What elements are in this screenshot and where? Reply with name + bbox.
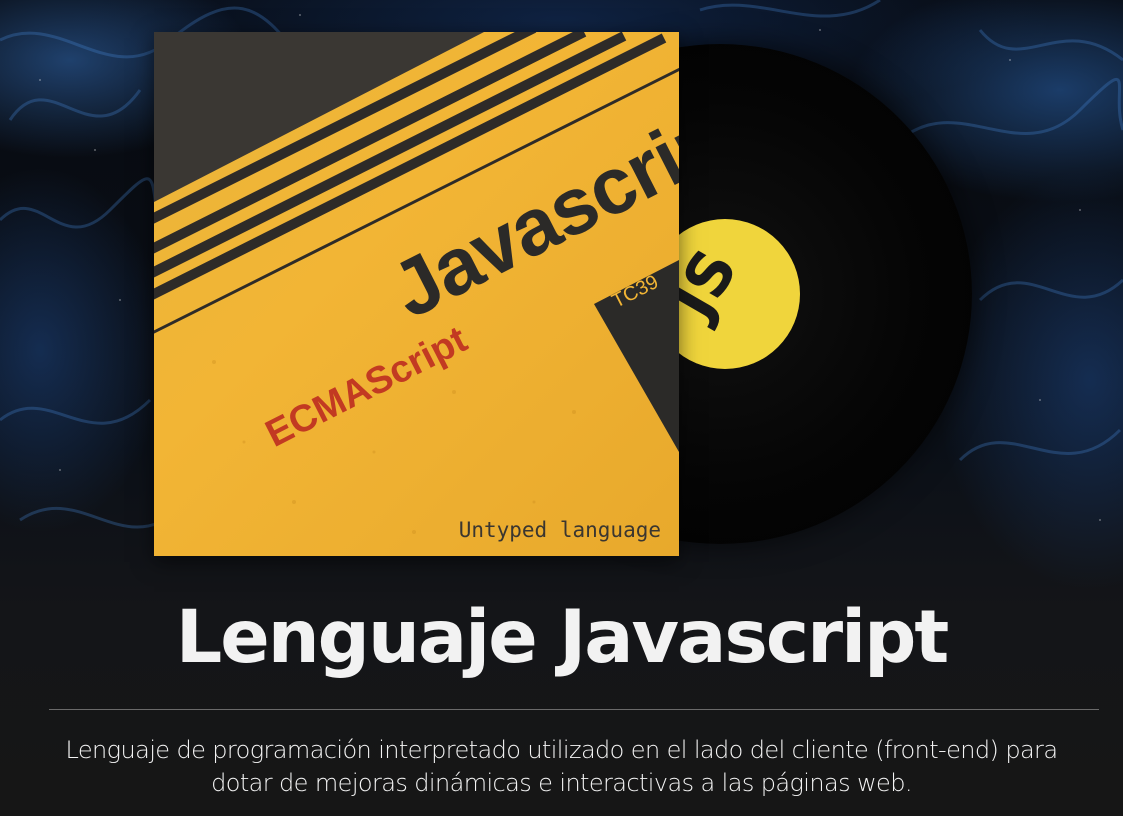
divider [49, 709, 1099, 710]
cover-footer-text: Untyped language [458, 518, 661, 542]
description-text: Lenguaje de programación interpretado ut… [65, 736, 1058, 798]
page: JS Javascript ECMAScript TC39 Untyped la… [0, 0, 1123, 816]
album-cover: Javascript ECMAScript TC39 Untyped langu… [154, 32, 679, 556]
page-title: Lenguaje Javascript [175, 595, 950, 680]
